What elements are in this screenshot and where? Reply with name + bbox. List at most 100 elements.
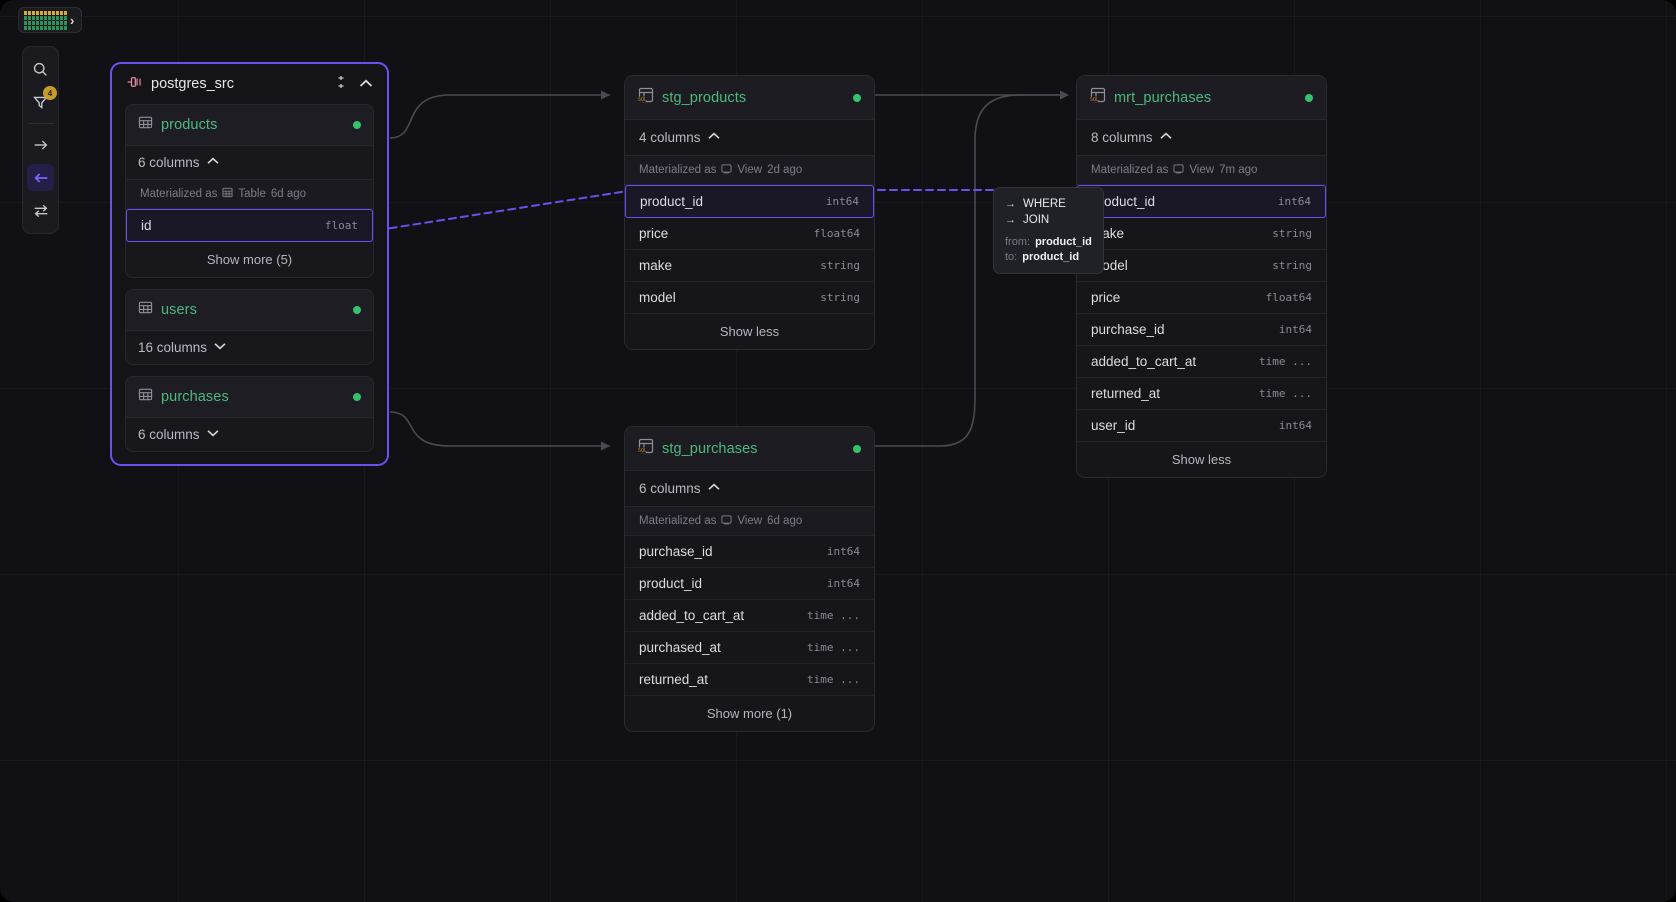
source-table-products[interactable]: products 6 columns Materialized as Table… — [125, 104, 374, 278]
column-name: id — [141, 218, 152, 233]
chevron-up-icon — [1159, 132, 1172, 143]
tooltip-clause-join: → JOIN — [1005, 212, 1092, 228]
column-type: int64 — [826, 545, 860, 558]
node-mrt-purchases[interactable]: SQL mrt_purchases 8 columns Materialized… — [1076, 75, 1327, 478]
column-row[interactable]: purchased_at time ... — [625, 632, 874, 664]
column-name: added_to_cart_at — [1091, 354, 1197, 369]
source-table-users[interactable]: users 16 columns — [125, 289, 374, 365]
status-dot — [353, 121, 361, 129]
status-dot — [353, 306, 361, 314]
column-row[interactable]: purchase_id int64 — [625, 536, 874, 568]
column-name: purchase_id — [639, 544, 713, 559]
node-postgres-src[interactable]: postgres_src products 6 columns Material… — [110, 62, 389, 466]
left-toolbar: 4 — [22, 46, 59, 234]
column-count-toggle[interactable]: 16 columns — [126, 331, 373, 364]
materialized-age: 6d ago — [270, 188, 307, 200]
table-header[interactable]: users — [126, 290, 373, 331]
column-row[interactable]: purchase_id int64 — [1077, 314, 1326, 346]
arrow-left-icon[interactable] — [27, 164, 54, 191]
tooltip-to: to: product_id — [1005, 250, 1092, 265]
clause-label: WHERE — [1023, 198, 1066, 210]
chevron-up-icon[interactable] — [359, 76, 373, 92]
materialized-age: 2d ago — [767, 164, 803, 176]
column-count-toggle[interactable]: 6 columns — [625, 471, 874, 507]
column-row[interactable]: model string — [625, 282, 874, 314]
column-row[interactable]: make string — [625, 250, 874, 282]
view-icon — [1173, 163, 1184, 177]
node-header[interactable]: SQL stg_purchases — [625, 427, 874, 471]
table-icon — [222, 187, 233, 201]
materialization-info: Materialized as Table 6d ago — [126, 180, 373, 209]
column-type: float64 — [813, 227, 860, 240]
tooltip-from: from: product_id — [1005, 235, 1092, 250]
table-header[interactable]: purchases — [126, 377, 373, 418]
table-icon — [138, 115, 153, 135]
column-row[interactable]: user_id int64 — [1077, 410, 1326, 442]
node-stg-purchases[interactable]: SQL stg_purchases 6 columns Materialized… — [624, 426, 875, 732]
filter-icon[interactable]: 4 — [27, 86, 57, 116]
materialized-label: Materialized as — [1091, 164, 1169, 176]
toolbar-divider — [27, 123, 54, 124]
svg-text:SQL: SQL — [638, 97, 647, 103]
status-dot — [353, 393, 361, 401]
show-less-button[interactable]: Show less — [1077, 442, 1326, 477]
svg-text:SQL: SQL — [638, 448, 647, 454]
table-name: products — [161, 117, 218, 133]
column-row[interactable]: added_to_cart_at time ... — [625, 600, 874, 632]
chevron-up-icon — [707, 483, 720, 494]
column-type: int64 — [826, 577, 860, 590]
column-row[interactable]: product_id int64 — [625, 568, 874, 600]
column-row[interactable]: returned_at time ... — [625, 664, 874, 696]
column-type: time ... — [1259, 355, 1312, 368]
materialized-kind: Table — [238, 188, 266, 200]
column-row[interactable]: id float — [126, 209, 373, 242]
show-more-button[interactable]: Show more (1) — [625, 696, 874, 731]
column-name: returned_at — [1091, 386, 1161, 401]
column-row[interactable]: product_id int64 — [1077, 185, 1326, 218]
column-row[interactable]: product_id int64 — [625, 185, 874, 218]
node-stg-products[interactable]: SQL stg_products 4 columns Materialized … — [624, 75, 875, 350]
arrow-right-icon[interactable] — [27, 131, 54, 158]
column-row[interactable]: price float64 — [1077, 282, 1326, 314]
column-row[interactable]: added_to_cart_at time ... — [1077, 346, 1326, 378]
column-count-label: 16 columns — [138, 340, 208, 355]
show-more-button[interactable]: Show more (5) — [126, 242, 373, 277]
column-count-toggle[interactable]: 6 columns — [126, 418, 373, 451]
status-dot — [853, 444, 861, 453]
logo-chevron-icon: › — [70, 12, 75, 28]
column-count-toggle[interactable]: 4 columns — [625, 120, 874, 156]
from-value: product_id — [1035, 236, 1092, 248]
show-less-button[interactable]: Show less — [625, 314, 874, 349]
chevron-down-icon — [214, 342, 226, 353]
column-type: float64 — [1265, 291, 1312, 304]
materialized-age: 7m ago — [1219, 164, 1258, 176]
column-row[interactable]: make string — [1077, 218, 1326, 250]
bidirectional-arrows-icon[interactable] — [27, 197, 54, 224]
tooltip-clause-where: → WHERE — [1005, 196, 1092, 212]
column-type: string — [820, 259, 860, 272]
table-name: users — [161, 302, 197, 318]
node-header[interactable]: SQL stg_products — [625, 76, 874, 120]
column-count-toggle[interactable]: 8 columns — [1077, 120, 1326, 156]
materialization-info: Materialized as View 2d ago — [625, 156, 874, 185]
app-logo[interactable]: › — [18, 7, 82, 33]
column-count-toggle[interactable]: 6 columns — [126, 146, 373, 180]
column-name: model — [639, 290, 676, 305]
column-list: purchase_id int64 product_id int64 added… — [625, 536, 874, 696]
column-name: price — [639, 226, 669, 241]
column-list: product_id int64 make string model strin… — [1077, 185, 1326, 442]
vertical-options-icon[interactable] — [335, 75, 347, 93]
table-header[interactable]: products — [126, 105, 373, 146]
column-type: time ... — [807, 641, 860, 654]
chevron-up-icon — [707, 132, 720, 143]
search-icon[interactable] — [27, 56, 54, 83]
column-row[interactable]: price float64 — [625, 218, 874, 250]
column-name: product_id — [639, 576, 703, 591]
arrow-right-icon: → — [1005, 198, 1016, 210]
source-header[interactable]: postgres_src — [112, 64, 387, 104]
node-header[interactable]: SQL mrt_purchases — [1077, 76, 1326, 120]
source-table-purchases[interactable]: purchases 6 columns — [125, 376, 374, 452]
column-row[interactable]: model string — [1077, 250, 1326, 282]
column-row[interactable]: returned_at time ... — [1077, 378, 1326, 410]
materialized-label: Materialized as — [639, 515, 717, 527]
